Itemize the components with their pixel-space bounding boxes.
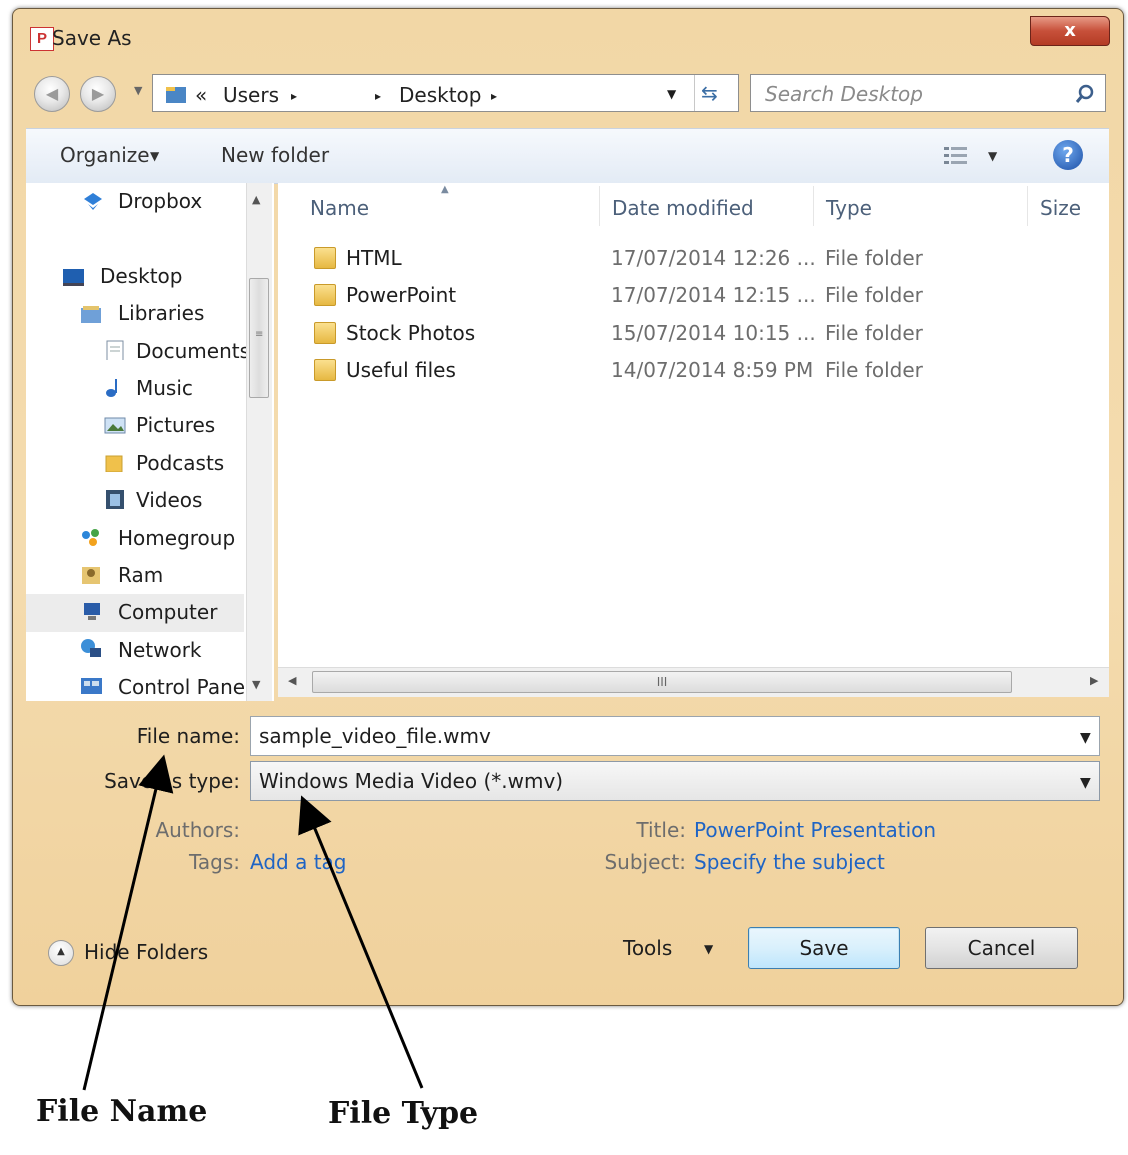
file-type-arrow bbox=[298, 795, 424, 1089]
file-name-annotation: File Name bbox=[36, 1094, 208, 1129]
file-name-arrow bbox=[82, 754, 174, 1091]
annotation-arrows bbox=[82, 754, 424, 1091]
file-type-annotation: File Type bbox=[328, 1096, 479, 1131]
